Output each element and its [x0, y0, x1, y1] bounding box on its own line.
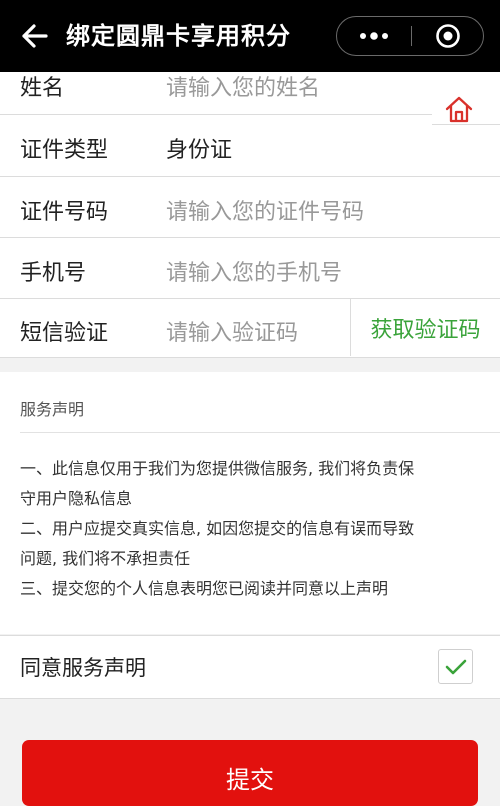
- form-row-name: 姓名 请输入您的姓名: [0, 72, 500, 114]
- agree-row: 同意服务声明: [0, 635, 500, 699]
- page-title: 绑定圆鼎卡享用积分: [66, 22, 291, 50]
- notice-line: 守用户隐私信息: [20, 489, 133, 508]
- id-number-input[interactable]: 请输入您的证件号码: [166, 194, 364, 226]
- form-row-id-type: 证件类型 身份证: [0, 115, 500, 176]
- target-close-icon: [436, 24, 460, 48]
- notice-body: 一、此信息仅用于我们为您提供微信服务, 我们将负责保 守用户隐私信息 二、用户应…: [20, 454, 482, 604]
- notice-title: 服务声明: [20, 400, 85, 419]
- close-button[interactable]: [412, 17, 484, 55]
- sms-code-label: 短信验证: [20, 321, 109, 346]
- get-code-button[interactable]: 获取验证码: [351, 298, 500, 357]
- name-label: 姓名: [20, 76, 65, 101]
- agree-checkbox[interactable]: [438, 649, 473, 684]
- form-row-phone: 手机号 请输入您的手机号: [0, 238, 500, 298]
- submit-button[interactable]: 提交: [22, 740, 478, 806]
- agree-label: 同意服务声明: [20, 656, 146, 680]
- name-input[interactable]: 请输入您的姓名: [166, 70, 320, 102]
- divider: [20, 432, 500, 433]
- divider: [0, 357, 500, 358]
- more-button[interactable]: [337, 17, 411, 55]
- top-nav-bar: 绑定圆鼎卡享用积分: [0, 0, 500, 72]
- form-row-id-number: 证件号码 请输入您的证件号码: [0, 177, 500, 237]
- id-type-label: 证件类型: [20, 138, 109, 163]
- service-notice: 服务声明 一、此信息仅用于我们为您提供微信服务, 我们将负责保 守用户隐私信息 …: [0, 372, 500, 634]
- mini-program-capsule: [336, 16, 484, 56]
- more-dots-icon: [360, 32, 388, 40]
- arrow-left-icon: [22, 24, 48, 48]
- id-number-label: 证件号码: [20, 200, 109, 225]
- notice-line: 三、提交您的个人信息表明您已阅读并同意以上声明: [20, 579, 389, 598]
- back-button[interactable]: [14, 18, 54, 54]
- check-icon: [445, 659, 466, 674]
- phone-input[interactable]: 请输入您的手机号: [166, 255, 342, 287]
- phone-label: 手机号: [20, 261, 87, 286]
- notice-line: 问题, 我们将不承担责任: [20, 549, 191, 568]
- notice-line: 二、用户应提交真实信息, 如因您提交的信息有误而导致: [20, 519, 415, 538]
- id-type-select[interactable]: 身份证: [166, 132, 232, 164]
- notice-line: 一、此信息仅用于我们为您提供微信服务, 我们将负责保: [20, 459, 415, 478]
- sms-code-input[interactable]: 请输入验证码: [166, 315, 298, 347]
